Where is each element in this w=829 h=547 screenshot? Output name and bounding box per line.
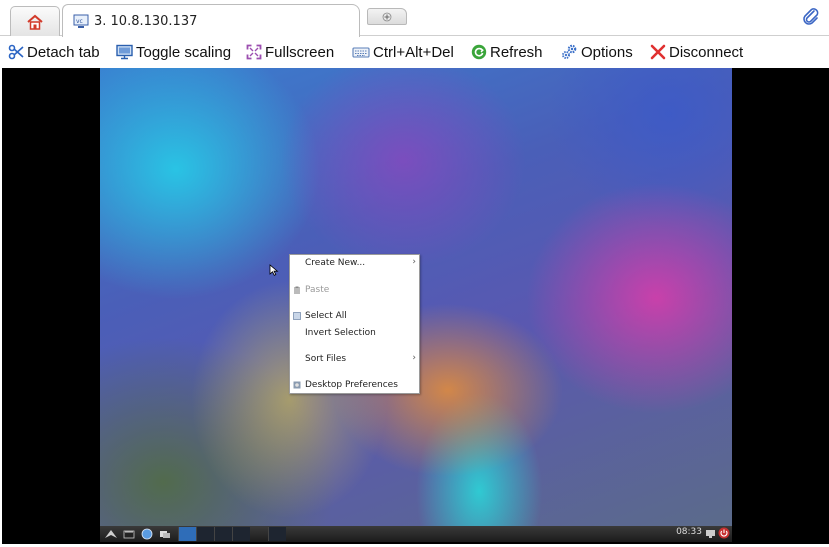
mouse-cursor-icon — [269, 264, 279, 276]
remote-taskbar: 08:33 — [100, 526, 732, 542]
ctrl-alt-del-button[interactable]: Ctrl+Alt+Del — [352, 38, 454, 66]
fullscreen-button[interactable]: Fullscreen — [246, 38, 334, 66]
menu-item-invert-selection[interactable]: Invert Selection — [290, 327, 419, 339]
menu-item-create-new[interactable]: Create New... › — [290, 257, 419, 269]
ctrl-alt-del-label: Ctrl+Alt+Del — [373, 43, 454, 61]
preferences-icon — [293, 381, 301, 389]
workspace-3[interactable] — [232, 527, 250, 541]
menu-item-paste: Paste — [290, 284, 419, 296]
tab-home[interactable] — [10, 6, 60, 36]
tab-active-session[interactable]: vc 3. 10.8.130.137 — [62, 4, 360, 37]
paperclip-icon[interactable] — [801, 7, 821, 27]
create-new-label: Create New... — [305, 258, 366, 268]
options-button[interactable]: Options — [561, 38, 633, 66]
monitor-icon — [116, 44, 133, 60]
refresh-icon — [471, 44, 487, 60]
toggle-scaling-label: Toggle scaling — [136, 43, 232, 61]
chevron-right-icon: › — [412, 257, 416, 267]
show-desktop-icon[interactable] — [158, 528, 172, 540]
vnc-icon: vc — [73, 14, 89, 28]
desktop-preferences-label: Desktop Preferences — [305, 380, 398, 390]
select-all-icon — [293, 312, 301, 320]
clipboard-icon — [294, 286, 300, 294]
disconnect-label: Disconnect — [669, 43, 744, 61]
start-menu-icon[interactable] — [104, 528, 118, 540]
browser-icon[interactable] — [140, 528, 154, 540]
desktop-context-menu: Create New... › Paste Select All Invert … — [289, 254, 420, 394]
detach-tab-button[interactable]: Detach tab — [8, 38, 100, 66]
fullscreen-label: Fullscreen — [265, 43, 335, 61]
workspace-1[interactable] — [196, 527, 214, 541]
disconnect-button[interactable]: Disconnect — [650, 38, 743, 66]
session-toolbar: Detach tab Toggle scaling Fullscreen Ctr… — [0, 37, 829, 67]
taskbar-spacer — [250, 527, 268, 541]
invert-selection-label: Invert Selection — [305, 328, 376, 338]
taskbar-clock: 08:33 — [676, 527, 702, 537]
select-all-label: Select All — [305, 311, 347, 321]
refresh-button[interactable]: Refresh — [471, 38, 543, 66]
paste-label: Paste — [305, 285, 330, 295]
workspace-2[interactable] — [214, 527, 232, 541]
remote-desktop-app: vc 3. 10.8.130.137 Detach tab Toggle sca… — [0, 0, 829, 547]
taskbar-active-block[interactable] — [178, 527, 196, 541]
close-icon — [650, 44, 666, 60]
new-tab-button[interactable] — [367, 8, 407, 25]
toggle-scaling-button[interactable]: Toggle scaling — [116, 38, 231, 66]
plus-icon — [382, 12, 392, 21]
power-icon[interactable] — [718, 527, 730, 539]
svg-text:vc: vc — [76, 18, 83, 25]
menu-item-select-all[interactable]: Select All — [290, 310, 419, 322]
tab-active-label: 3. 10.8.130.137 — [94, 13, 198, 29]
workspace-4[interactable] — [268, 527, 286, 541]
gear-icon — [562, 44, 577, 59]
fullscreen-icon — [246, 44, 262, 60]
refresh-label: Refresh — [490, 43, 543, 61]
tab-strip: vc 3. 10.8.130.137 — [0, 0, 829, 37]
network-icon[interactable] — [705, 528, 716, 539]
keyboard-icon — [352, 47, 370, 58]
detach-tab-label: Detach tab — [27, 43, 100, 61]
menu-item-sort-files[interactable]: Sort Files › — [290, 353, 419, 365]
menu-item-desktop-preferences[interactable]: Desktop Preferences — [290, 379, 419, 391]
home-icon — [27, 14, 43, 30]
remote-viewport[interactable]: 08:33 Create New... › Paste Select All I… — [2, 68, 829, 544]
terminal-icon[interactable] — [122, 528, 136, 540]
options-label: Options — [581, 43, 633, 61]
chevron-right-icon: › — [412, 353, 416, 363]
scissors-icon — [8, 44, 24, 60]
sort-files-label: Sort Files — [305, 354, 347, 364]
